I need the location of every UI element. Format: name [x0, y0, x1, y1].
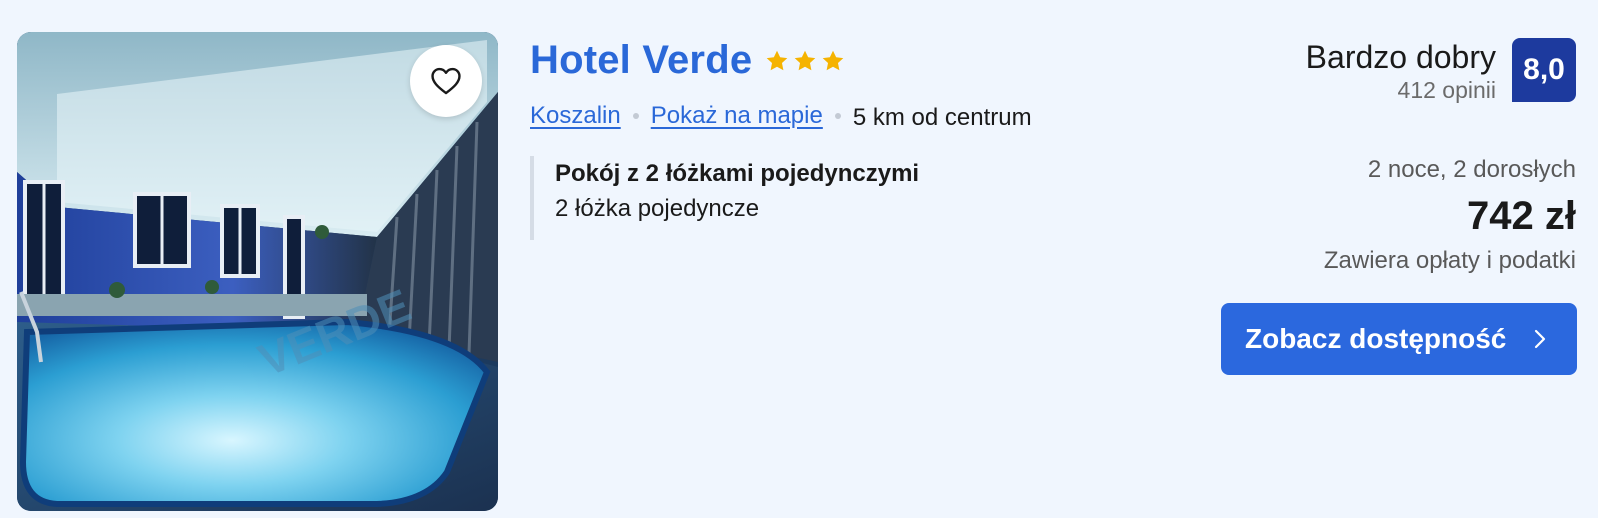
location-row: Koszalin Pokaż na mapie 5 km od centrum: [530, 98, 1032, 134]
review-score-badge: 8,0: [1512, 38, 1576, 102]
price: 742 zł: [1467, 194, 1576, 238]
show-on-map-link[interactable]: Pokaż na mapie: [651, 100, 823, 132]
room-beds: 2 łóżka pojedyncze: [555, 195, 760, 222]
star-icon: [766, 50, 788, 71]
star-rating: [764, 48, 848, 74]
review-word: Bardzo dobry: [1305, 39, 1496, 75]
separator-dot: [834, 113, 841, 119]
hotel-card: VERDE Hotel Verde Koszalin Pokaż na mapi…: [0, 0, 1598, 518]
heart-icon: [431, 67, 461, 95]
review-summary[interactable]: Bardzo dobry 412 opinii 8,0: [1306, 38, 1576, 104]
star-icon: [794, 50, 816, 71]
room-name: Pokój z 2 łóżkami pojedynczymi: [555, 160, 920, 187]
room-info: Pokój z 2 łóżkami pojedynczymi 2 łóżka p…: [530, 156, 919, 240]
separator-dot: [632, 113, 639, 119]
stay-summary: 2 noce, 2 dorosłych: [1367, 156, 1576, 183]
hotel-name-link[interactable]: Hotel Verde: [530, 36, 752, 84]
title-row: Hotel Verde: [530, 36, 848, 84]
review-count: 412 opinii: [1397, 77, 1496, 103]
taxes-note: Zawiera opłaty i podatki: [1323, 247, 1576, 274]
review-text: Bardzo dobry 412 opinii: [1306, 38, 1496, 104]
see-availability-label: Zobacz dostępność: [1245, 323, 1507, 354]
chevron-right-icon: [1534, 329, 1546, 349]
star-icon: [822, 50, 844, 71]
see-availability-button[interactable]: Zobacz dostępność: [1221, 303, 1577, 375]
city-link[interactable]: Koszalin: [530, 100, 621, 132]
save-to-wishlist-button[interactable]: [410, 45, 482, 117]
distance-from-center: 5 km od centrum: [852, 104, 1032, 131]
